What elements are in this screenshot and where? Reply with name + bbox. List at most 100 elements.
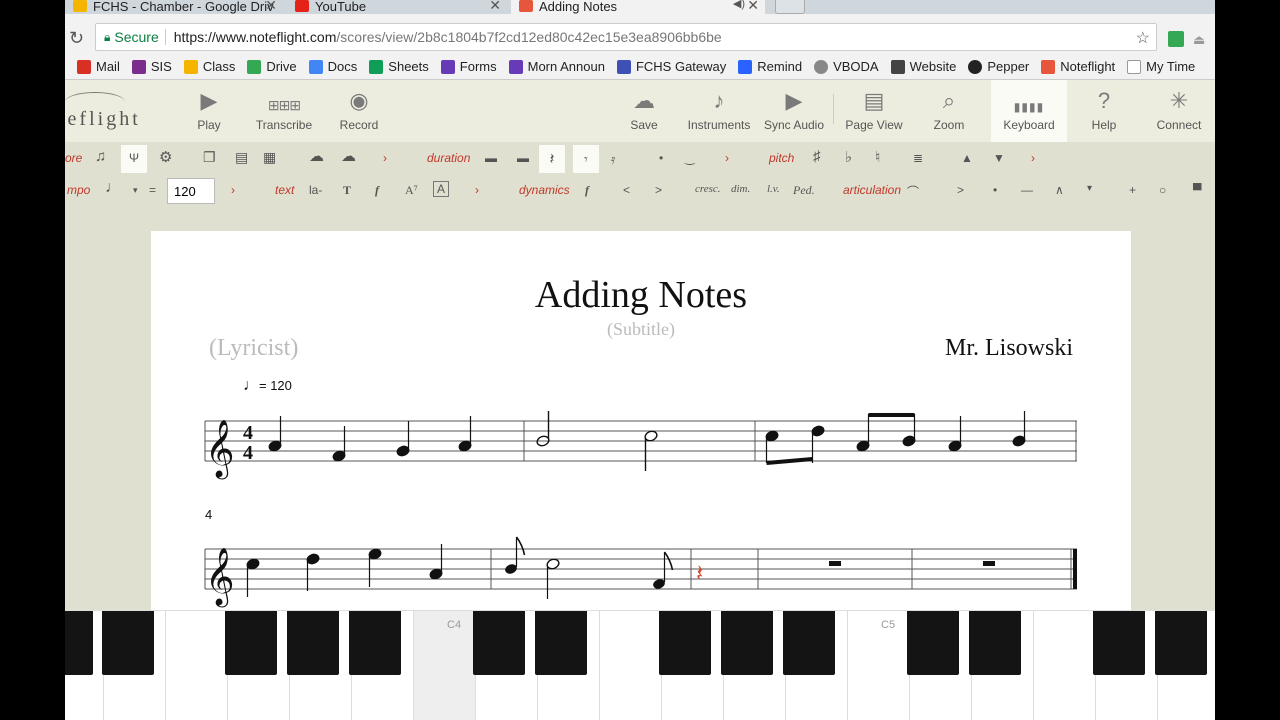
zoom-button[interactable]: ⌕ Zoom (911, 80, 987, 142)
bookmark-sheets[interactable]: Sheets (369, 59, 429, 74)
tuning-fork-icon[interactable]: Ψ (121, 145, 147, 173)
reload-icon[interactable]: ↻ (69, 28, 84, 49)
layout-icon[interactable]: ▦ (263, 149, 276, 166)
chord-icon[interactable]: ≣ (913, 151, 923, 165)
help-button[interactable]: ? Help (1066, 80, 1142, 142)
copy-icon[interactable]: ❐ (203, 149, 216, 166)
cresc-button[interactable]: cresc. (695, 183, 721, 195)
text-style-icon[interactable]: T (343, 183, 351, 198)
staff-system-1[interactable]: 𝄞 4 4 (151, 401, 1131, 491)
staccatissimo-icon[interactable]: ▾ (1087, 183, 1092, 194)
black-key[interactable] (65, 611, 93, 675)
rehearsal-mark-icon[interactable]: A (433, 181, 450, 197)
tab-adding-notes[interactable]: Adding Notes ◀) ✕ (511, 0, 765, 14)
plus-icon[interactable]: + (1129, 183, 1136, 197)
connect-button[interactable]: ✳ Connect (1141, 80, 1215, 142)
lv-button[interactable]: l.v. (767, 183, 780, 195)
keyboard-button[interactable]: ▮▮▮▮ Keyboard (991, 80, 1067, 142)
tempo-category-label[interactable]: mpo (67, 183, 90, 197)
bookmark-pepper[interactable]: Pepper (968, 59, 1029, 74)
score-page[interactable]: Adding Notes (Subtitle) (Lyricist) Mr. L… (151, 231, 1131, 610)
white-key[interactable] (1034, 611, 1096, 720)
bookmark-docs[interactable]: Docs (308, 59, 357, 74)
diminuendo-hairpin-icon[interactable]: > (655, 183, 662, 197)
score-lyricist[interactable]: (Lyricist) (209, 335, 298, 362)
forte-button[interactable]: f (585, 183, 589, 198)
bookmark-fchs-gateway[interactable]: FCHS Gateway (616, 59, 726, 74)
google-classroom-extension-icon[interactable] (1168, 31, 1184, 47)
marcato-icon[interactable]: ∧ (1055, 183, 1064, 197)
natural-icon[interactable]: ♮ (875, 148, 880, 166)
duration-category-label[interactable]: duration (427, 151, 470, 165)
tenuto-icon[interactable]: — (1021, 183, 1033, 197)
black-key[interactable] (1093, 611, 1145, 675)
close-icon[interactable]: ✕ (747, 0, 759, 14)
bookmark-morn-announ[interactable]: Morn Announ (508, 59, 605, 74)
lyric-button[interactable]: la- (309, 183, 322, 197)
expand-arrow[interactable]: › (231, 183, 235, 197)
sharp-icon[interactable]: ♯ (813, 148, 821, 165)
accent-icon[interactable]: > (957, 183, 964, 197)
dynamics-category-label[interactable]: dynamics (519, 183, 570, 197)
fermata-icon[interactable]: ▀ (1193, 183, 1202, 197)
tab-fchs-chamber[interactable]: FCHS - Chamber - Google Driv ✕ (65, 0, 283, 14)
bookmark-noteflight[interactable]: Noteflight (1041, 59, 1115, 74)
quarter-rest-icon[interactable]: 𝄽 (539, 145, 565, 173)
quarter-note-icon[interactable]: ♩ (105, 179, 121, 197)
score-title[interactable]: Adding Notes (151, 273, 1131, 317)
piano-keyboard[interactable]: C4 C5 (65, 610, 1215, 720)
black-key[interactable] (659, 611, 711, 675)
bookmark-my-time[interactable]: My Time (1127, 59, 1195, 74)
instrument-icon[interactable]: ♫ (95, 148, 106, 165)
expand-arrow[interactable]: › (1031, 151, 1035, 165)
expression-icon[interactable]: f (375, 183, 379, 198)
play-button[interactable]: ▶ Play (171, 80, 247, 142)
black-key[interactable] (225, 611, 277, 675)
instruments-button[interactable]: ♪ Instruments (681, 80, 757, 142)
tab-youtube[interactable]: YouTube ✕ (287, 0, 507, 14)
pitch-down-icon[interactable]: ▼ (993, 151, 1005, 165)
white-key[interactable] (600, 611, 662, 720)
bookmark-remind[interactable]: Remind (738, 59, 802, 74)
bookmark-mail[interactable]: Mail (77, 59, 120, 74)
circle-icon[interactable]: ○ (1159, 183, 1166, 197)
score-category-label[interactable]: ore (65, 151, 82, 165)
crescendo-hairpin-icon[interactable]: < (623, 183, 630, 197)
dot-icon[interactable]: • (659, 151, 663, 165)
bookmark-sis[interactable]: SIS (131, 59, 172, 74)
expand-arrow[interactable]: › (383, 151, 387, 165)
black-key[interactable] (102, 611, 154, 675)
close-icon[interactable]: ✕ (265, 0, 277, 14)
tempo-marking[interactable]: ♩= 120 (243, 377, 292, 395)
whole-rest-icon[interactable]: ▬ (485, 151, 497, 165)
dim-button[interactable]: dim. (731, 183, 750, 195)
black-key[interactable] (1155, 611, 1207, 675)
print-icon[interactable]: ▤ (235, 149, 248, 166)
black-key[interactable] (473, 611, 525, 675)
pitch-category-label[interactable]: pitch (769, 151, 794, 165)
staff-system-2[interactable]: 𝄞 𝄽 (151, 529, 1131, 610)
eighth-rest-icon[interactable]: 𝄾 (573, 145, 599, 173)
staccato-icon[interactable]: • (993, 183, 997, 197)
white-key[interactable] (414, 611, 476, 720)
sync-audio-button[interactable]: ▶ Sync Audio (756, 80, 832, 142)
save-button[interactable]: ☁ Save (606, 80, 682, 142)
text-category-label[interactable]: text (275, 183, 294, 197)
white-key[interactable] (166, 611, 228, 720)
star-icon[interactable]: ☆ (1136, 28, 1150, 48)
bookmark-drive[interactable]: Drive (247, 59, 297, 74)
close-icon[interactable]: ✕ (489, 0, 501, 14)
cloud-upload-icon[interactable]: ☁ (309, 147, 324, 165)
address-bar[interactable]: 🔒︎ Secure https://www.noteflight.com/sco… (95, 23, 1157, 51)
slur-icon[interactable]: ⌒ (907, 183, 919, 200)
record-button[interactable]: ◉ Record (321, 80, 397, 142)
page-view-button[interactable]: ▤ Page View (836, 80, 912, 142)
expand-arrow[interactable]: › (725, 151, 729, 165)
black-key[interactable] (349, 611, 401, 675)
white-key[interactable] (848, 611, 910, 720)
half-rest-icon[interactable]: ▬ (517, 151, 529, 165)
tie-icon[interactable]: ‿ (685, 151, 695, 165)
articulation-category-label[interactable]: articulation (843, 183, 901, 197)
tempo-input[interactable] (167, 178, 215, 204)
flat-icon[interactable]: ♭ (845, 148, 852, 166)
